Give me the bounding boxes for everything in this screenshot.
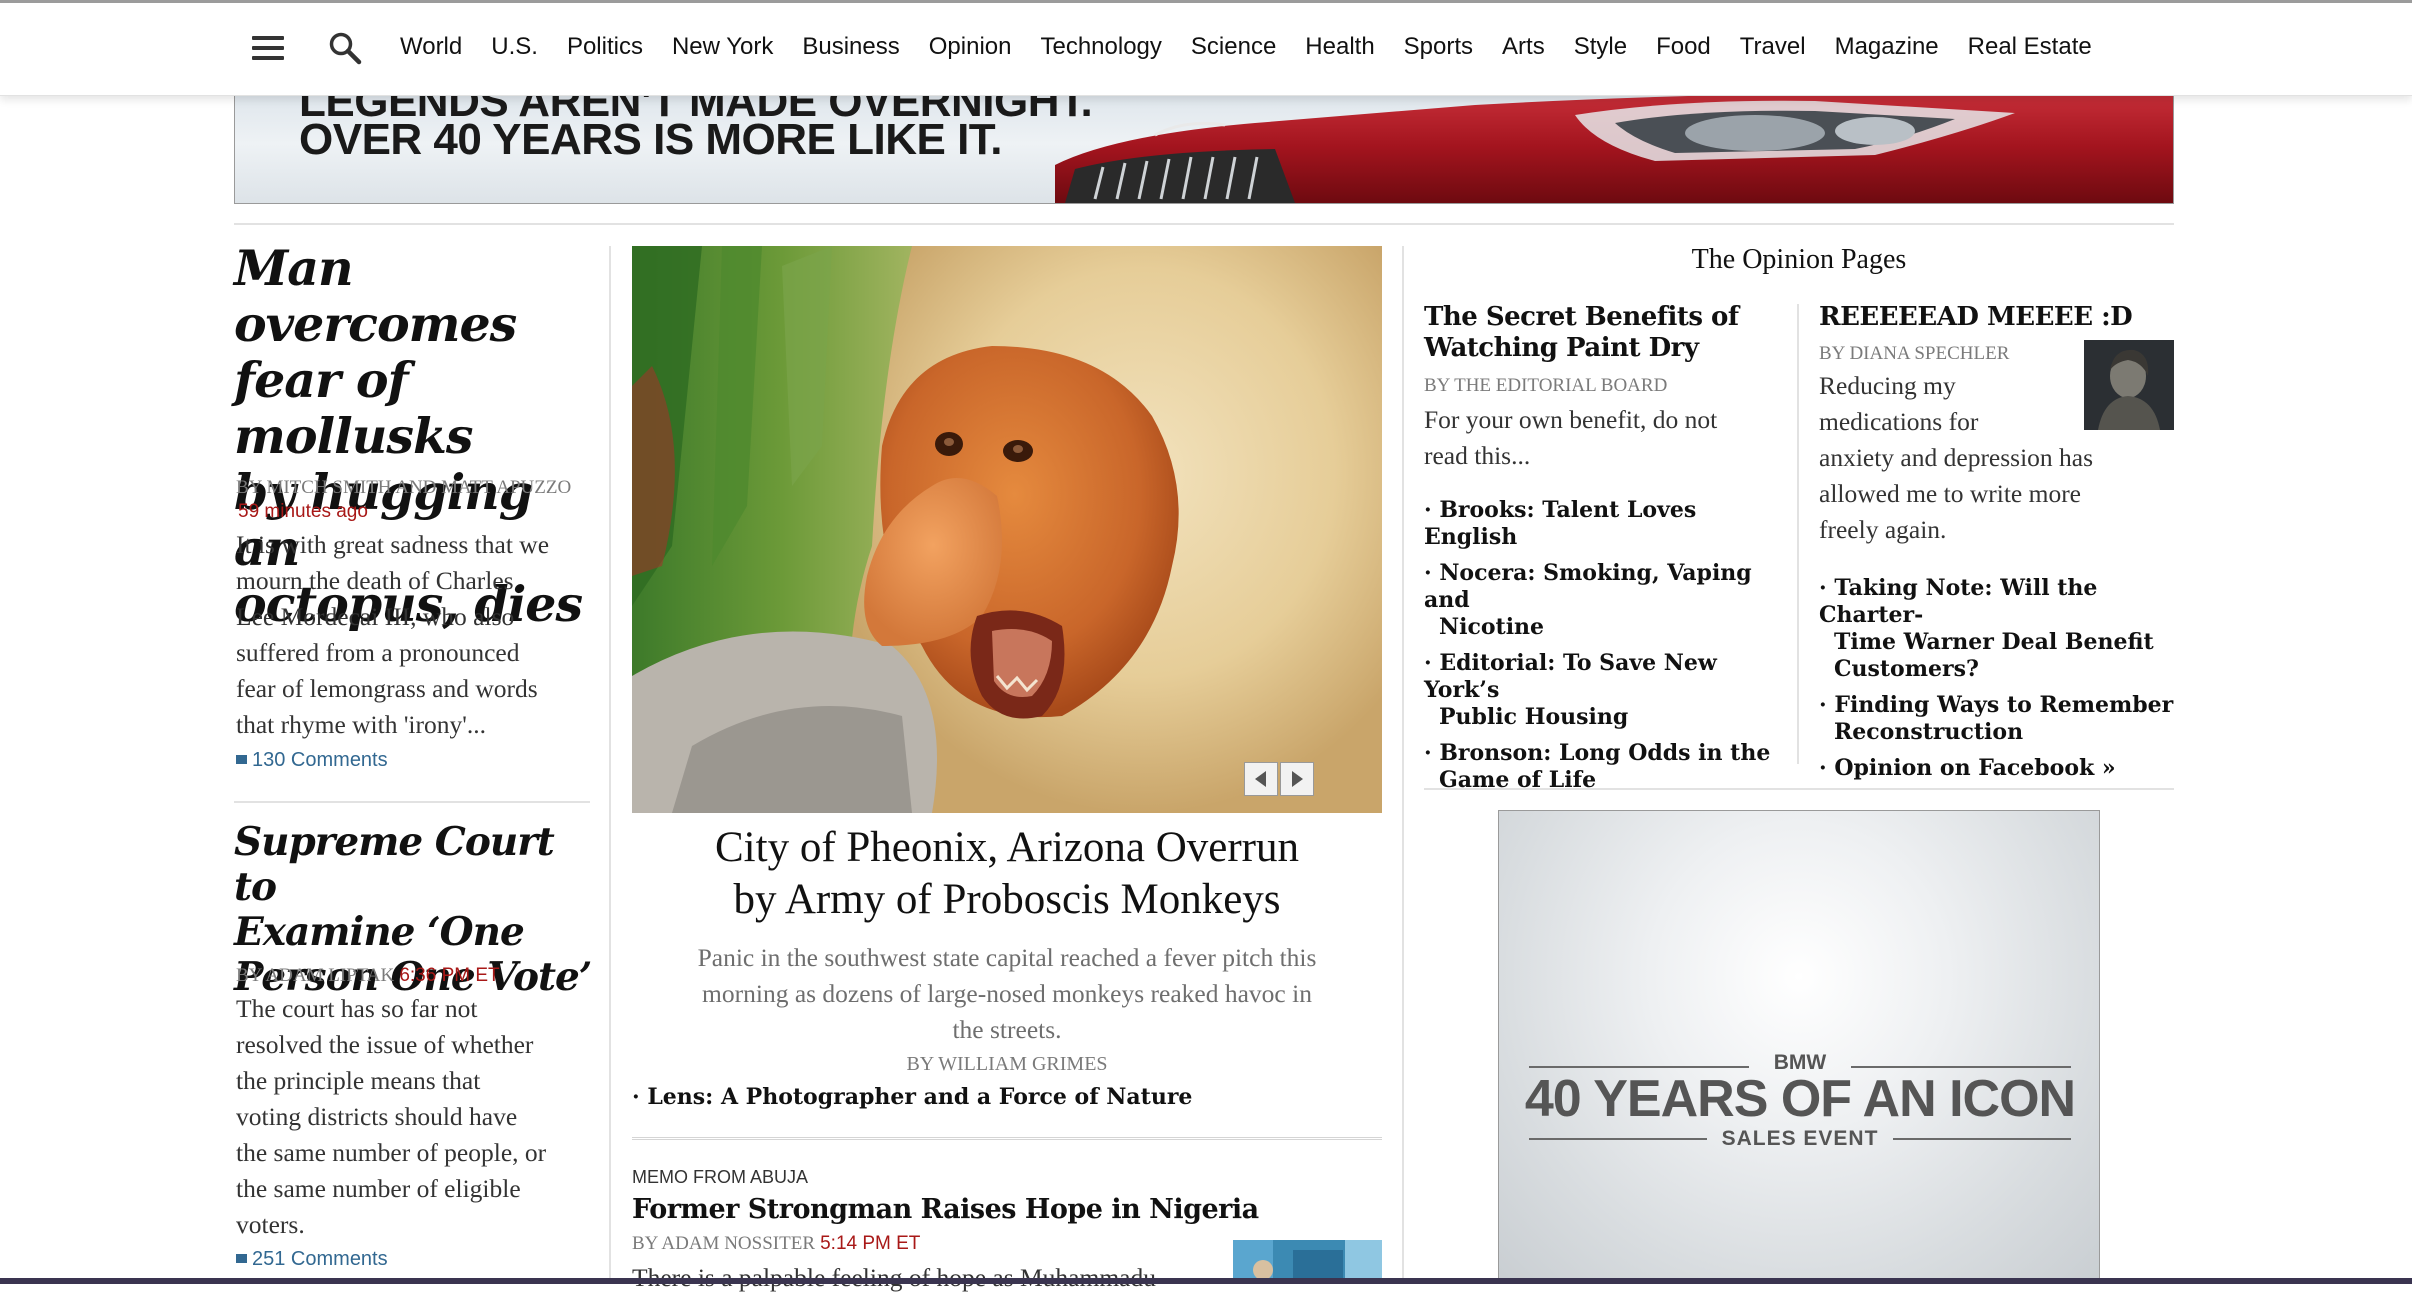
hamburger-menu-icon[interactable]	[252, 36, 284, 62]
lead-story-byline: By WILLIAM GRIMES	[906, 1053, 1108, 1075]
nav-business[interactable]: Business	[802, 33, 899, 61]
story-2-summary: The court has so far not resolved the is…	[236, 994, 547, 1239]
proboscis-monkey-photo	[632, 246, 1382, 813]
story-1-byline: By MITCH SMITH and MATT APUZZO	[236, 477, 572, 498]
second-story-meta: By ADAM NOSSITER 5:14 PM ET	[632, 1233, 920, 1255]
section-divider	[234, 223, 2174, 225]
top-navigation-bar: World U.S. Politics New York Business Op…	[0, 0, 2412, 96]
arrow-right-icon	[1292, 771, 1303, 787]
opinion-link-editorial[interactable]: · Editorial: To Save New York’s Public H…	[1424, 650, 1774, 731]
story-2-byline: By ADAM LIPTAK	[236, 965, 395, 986]
opinion-link-brooks[interactable]: · Brooks: Talent Loves English	[1424, 497, 1774, 551]
window-bottom-edge	[0, 1278, 2412, 1284]
next-slide-button[interactable]	[1280, 762, 1314, 796]
column-divider-left	[609, 246, 611, 1284]
car-image	[1055, 95, 2173, 203]
nav-arts[interactable]: Arts	[1502, 33, 1545, 61]
opinion-column-divider	[1797, 304, 1799, 764]
story-divider	[632, 1137, 1382, 1140]
nav-food[interactable]: Food	[1656, 33, 1711, 61]
arrow-left-icon	[1255, 771, 1266, 787]
nav-us[interactable]: U.S.	[491, 33, 538, 61]
opinion-col1-byline: By THE EDITORIAL BOARD	[1424, 375, 1668, 396]
nav-science[interactable]: Science	[1191, 33, 1276, 61]
opinion-link-taking-note[interactable]: · Taking Note: Will the Charter- Time Wa…	[1819, 575, 2174, 683]
opinion-link-bronson[interactable]: · Bronson: Long Odds in the Game of Life	[1424, 740, 1774, 794]
story-2-timestamp: 6:36 PM ET	[399, 965, 500, 986]
lead-related-link[interactable]: · Lens: A Photographer and a Force of Na…	[632, 1084, 1192, 1111]
search-icon[interactable]	[328, 31, 362, 65]
nav-sports[interactable]: Sports	[1404, 33, 1473, 61]
opinion-col2-links: · Taking Note: Will the Charter- Time Wa…	[1819, 575, 2174, 782]
nav-politics[interactable]: Politics	[567, 33, 643, 61]
lead-photo[interactable]	[632, 246, 1382, 813]
section-nav: World U.S. Politics New York Business Op…	[400, 33, 2121, 61]
nav-world[interactable]: World	[400, 33, 462, 61]
story-divider	[234, 801, 590, 803]
opinion-section-title[interactable]: The Opinion Pages	[1424, 244, 2174, 276]
story-1-timestamp: 59 minutes ago	[238, 501, 368, 522]
story-1-comments-link[interactable]: 130 Comments	[236, 749, 388, 772]
bmw-sidebar-ad[interactable]: BMW 40 YEARS OF AN ICON SALES EVENT	[1498, 810, 2100, 1284]
second-story-headline[interactable]: Former Strongman Raises Hope in Nigeria	[632, 1194, 1259, 1225]
opinion-col1-summary: For your own benefit, do not read this..…	[1424, 405, 1718, 470]
opinion-col2-summary: Reducing my medications for anxiety and …	[1819, 371, 2094, 544]
lead-story-headline[interactable]: City of Pheonix, Arizona Overrun by Army…	[632, 822, 1382, 926]
nav-health[interactable]: Health	[1305, 33, 1374, 61]
ad-headline-line2: OVER 40 YEARS IS MORE LIKE IT.	[299, 115, 1003, 164]
lead-story-summary: Panic in the southwest state capital rea…	[697, 943, 1317, 1044]
ad-sub-text: SALES EVENT	[1721, 1127, 1879, 1150]
ad-decoration	[1529, 1066, 2071, 1140]
opinion-link-facebook[interactable]: · Opinion on Facebook »	[1819, 755, 2174, 782]
comment-icon	[236, 1254, 247, 1263]
opinion-link-reconstruction[interactable]: · Finding Ways to Remember Reconstructio…	[1819, 692, 2174, 746]
second-story-timestamp: 5:14 PM ET	[820, 1233, 921, 1254]
opinion-col2-byline: By DIANA SPECHLER	[1819, 343, 2010, 364]
opinion-link-nocera[interactable]: · Nocera: Smoking, Vaping and Nicotine	[1424, 560, 1774, 641]
previous-slide-button[interactable]	[1244, 762, 1278, 796]
nav-real-estate[interactable]: Real Estate	[1968, 33, 2092, 61]
nav-technology[interactable]: Technology	[1040, 33, 1161, 61]
comment-icon	[236, 755, 247, 764]
story-2-meta: By ADAM LIPTAK 6:36 PM ET	[236, 965, 500, 987]
story-2-comments-link[interactable]: 251 Comments	[236, 1248, 388, 1271]
second-story-byline: By ADAM NOSSITER	[632, 1233, 815, 1254]
nav-opinion[interactable]: Opinion	[929, 33, 1012, 61]
column-divider-right	[1402, 246, 1404, 1284]
nav-magazine[interactable]: Magazine	[1835, 33, 1939, 61]
opinion-bottom-divider	[1424, 788, 2174, 790]
story-kicker: Memo From Abuja	[632, 1167, 809, 1187]
opinion-col1-headline[interactable]: The Secret Benefits of Watching Paint Dr…	[1424, 302, 1754, 364]
nav-new-york[interactable]: New York	[672, 33, 773, 61]
nav-style[interactable]: Style	[1574, 33, 1627, 61]
top-banner-ad[interactable]: LEGENDS AREN'T MADE OVERNIGHT. OVER 40 Y…	[234, 94, 2174, 204]
opinion-col1-links: · Brooks: Talent Loves English · Nocera:…	[1424, 497, 1774, 794]
story-1-summary: It is with great sadness that we mourn t…	[236, 530, 550, 739]
opinion-col2-headline[interactable]: REEEEEAD MEEEE :D	[1819, 302, 2133, 333]
nav-travel[interactable]: Travel	[1740, 33, 1806, 61]
ad-main-text: 40 YEARS OF AN ICON	[1524, 1070, 2076, 1128]
